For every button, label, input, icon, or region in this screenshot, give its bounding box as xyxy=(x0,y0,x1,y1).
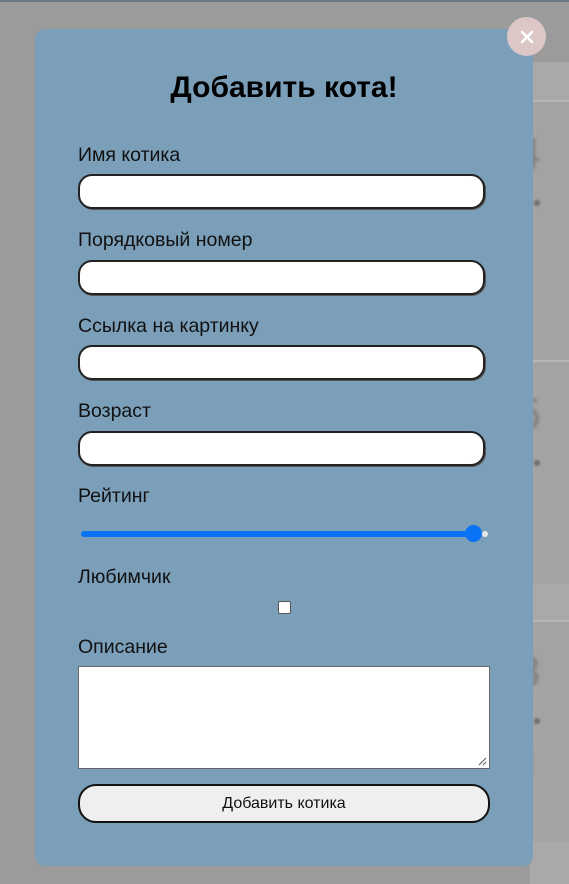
favorite-label: Любимчик xyxy=(78,566,171,588)
modal-title: Добавить кота! xyxy=(170,71,398,104)
age-input[interactable] xyxy=(78,431,485,466)
description-textarea[interactable] xyxy=(78,666,490,769)
resize-grip-icon[interactable] xyxy=(477,756,487,766)
rating-slider-thumb[interactable] xyxy=(465,525,482,542)
rating-slider-track[interactable] xyxy=(81,531,481,537)
close-icon xyxy=(520,30,533,43)
number-label: Порядковый номер xyxy=(78,229,253,251)
image-link-label: Ссылка на картинку xyxy=(78,315,259,337)
age-label: Возраст xyxy=(78,400,151,422)
description-label: Описание xyxy=(78,636,168,658)
close-modal-button[interactable] xyxy=(507,17,546,56)
add-cat-submit-button[interactable]: Добавить котика xyxy=(78,784,490,823)
rating-label: Рейтинг xyxy=(78,485,150,507)
image-link-input[interactable] xyxy=(78,345,485,380)
name-input[interactable] xyxy=(78,174,485,209)
favorite-checkbox[interactable] xyxy=(278,601,291,614)
name-label: Имя котика xyxy=(78,144,181,166)
number-input[interactable] xyxy=(78,260,485,295)
add-cat-modal: Добавить кота! Имя котика Порядковый ном… xyxy=(35,29,533,866)
window-top-edge xyxy=(0,0,569,2)
rating-slider-track-end xyxy=(482,531,488,537)
